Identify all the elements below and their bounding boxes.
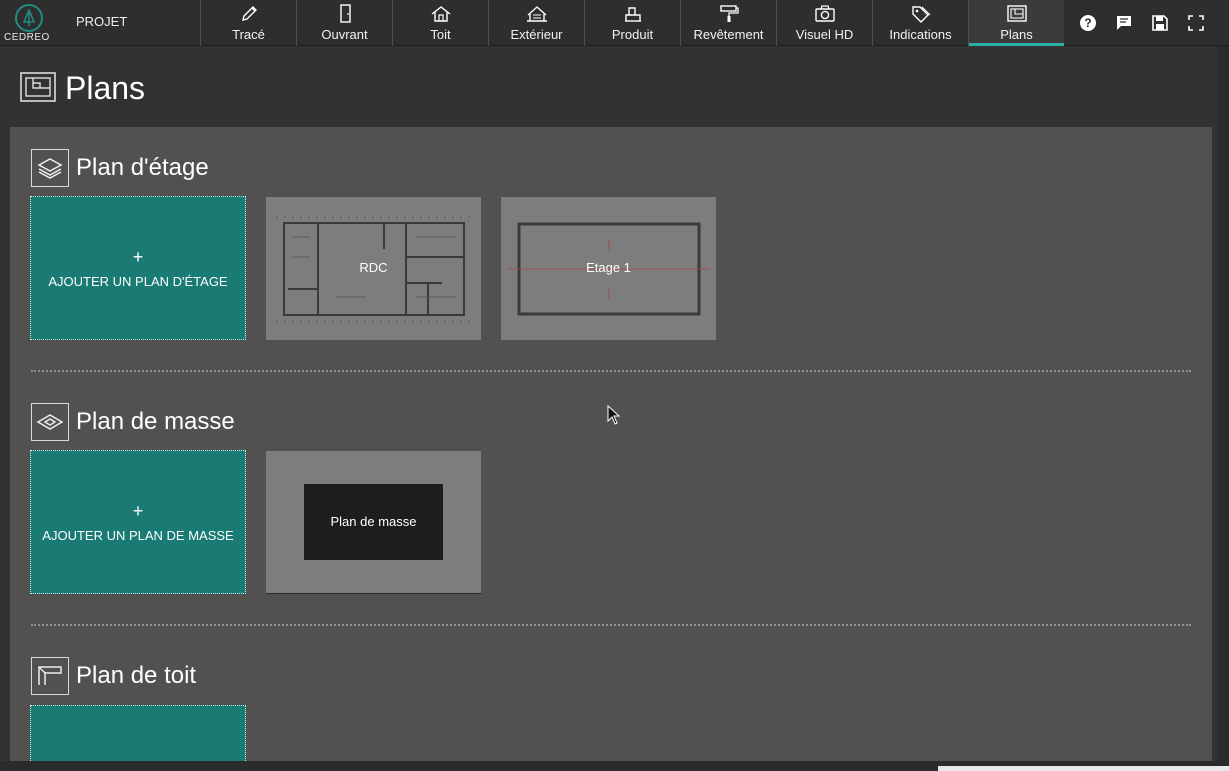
add-label: AJOUTER UN PLAN DE MASSE — [42, 527, 234, 543]
save-button[interactable] — [1142, 0, 1178, 46]
comment-button[interactable] — [1106, 0, 1142, 46]
nav-produit[interactable]: Produit — [584, 0, 680, 46]
nav-label: Visuel HD — [795, 27, 854, 42]
horizontal-scrollbar[interactable] — [0, 761, 1229, 771]
add-site-plan-button[interactable]: + AJOUTER UN PLAN DE MASSE — [30, 450, 246, 594]
add-label: AJOUTER UN PLAN D'ÉTAGE — [48, 273, 228, 289]
site-plan-icon — [31, 403, 69, 441]
toolbar-tools: ? — [1070, 0, 1214, 45]
cedreo-logo[interactable]: CEDREO — [0, 0, 58, 46]
nav-exterieur[interactable]: Extérieur — [488, 0, 584, 46]
nav-ouvrant[interactable]: Ouvrant — [296, 0, 392, 46]
svg-text:?: ? — [1084, 16, 1091, 30]
add-floor-plan-button[interactable]: + AJOUTER UN PLAN D'ÉTAGE — [30, 196, 246, 340]
project-menu[interactable]: PROJET — [58, 0, 200, 46]
add-roof-plan-button[interactable] — [30, 705, 246, 761]
nav-visuel-hd[interactable]: Visuel HD — [776, 0, 872, 46]
plan-thumbnail-plan-de-masse[interactable]: Plan de masse — [266, 451, 481, 594]
help-button[interactable]: ? — [1070, 0, 1106, 46]
nav-plans[interactable]: Plans — [968, 0, 1064, 46]
plan-thumbnail-etage-1[interactable]: Etage 1 — [501, 197, 716, 340]
nav-label: Produit — [611, 27, 654, 42]
nav-indications[interactable]: Indications — [872, 0, 968, 46]
mouse-cursor-icon — [607, 405, 621, 425]
product-icon — [624, 7, 641, 22]
nav-label: Plans — [1000, 27, 1033, 42]
nav-label: Indications — [889, 27, 952, 42]
nav-revetement[interactable]: Revêtement — [680, 0, 776, 46]
nav-label: Tracé — [232, 27, 265, 42]
nav-label: Extérieur — [510, 27, 563, 42]
logo-text: CEDREO — [4, 32, 50, 43]
tree-logo-icon — [15, 4, 43, 32]
app-window: CEDREO PROJET Tracé Ouvrant Toit Extérie… — [0, 0, 1229, 771]
fullscreen-button[interactable] — [1178, 0, 1214, 46]
door-icon — [339, 4, 351, 23]
floors-icon — [31, 149, 69, 187]
camera-icon — [814, 5, 835, 22]
scrollbar-thumb[interactable] — [938, 766, 1229, 771]
nav-trace[interactable]: Tracé — [200, 0, 296, 46]
plan-label: RDC — [359, 260, 388, 275]
nav-label: Toit — [430, 27, 451, 42]
nav-label: Revêtement — [693, 27, 764, 42]
section-divider — [31, 370, 1191, 372]
section-divider — [31, 624, 1191, 626]
comment-icon — [1117, 15, 1131, 30]
roof-plan-icon — [31, 657, 69, 695]
section-floor-plan: Plan d'étage — [31, 149, 209, 187]
page-header: Plans — [0, 46, 1229, 127]
plans-content: Plan d'étage + AJOUTER UN PLAN D'ÉTAGE R… — [10, 127, 1212, 761]
section-title: Plan de masse — [76, 408, 235, 435]
top-toolbar: CEDREO PROJET Tracé Ouvrant Toit Extérie… — [0, 0, 1229, 46]
plan-label: Etage 1 — [586, 260, 631, 275]
plans-icon — [20, 72, 56, 102]
plus-icon: + — [132, 246, 144, 267]
plan-thumbnail-rdc[interactable]: RDC — [266, 197, 481, 340]
fullscreen-icon — [1188, 14, 1204, 31]
window-edge — [1217, 46, 1229, 771]
nav-label: Ouvrant — [321, 27, 368, 42]
section-roof-plan: Plan de toit — [31, 657, 196, 695]
roof-icon — [431, 6, 450, 22]
save-icon — [1152, 14, 1168, 31]
main-nav: Tracé Ouvrant Toit Extérieur Produit Rev… — [200, 0, 1064, 46]
section-title: Plan de toit — [76, 662, 197, 689]
pencil-icon — [241, 6, 257, 21]
plans-icon — [1006, 5, 1027, 22]
nav-toit[interactable]: Toit — [392, 0, 488, 46]
section-site-plan: Plan de masse — [31, 403, 235, 441]
exterior-icon — [526, 6, 547, 22]
paint-roller-icon — [719, 5, 739, 22]
help-icon: ? — [1080, 14, 1096, 31]
page-title: Plans — [65, 70, 146, 106]
tags-icon — [911, 6, 930, 23]
section-title: Plan d'étage — [76, 154, 209, 181]
plan-label: Plan de masse — [330, 514, 417, 529]
plus-icon: + — [132, 500, 144, 521]
